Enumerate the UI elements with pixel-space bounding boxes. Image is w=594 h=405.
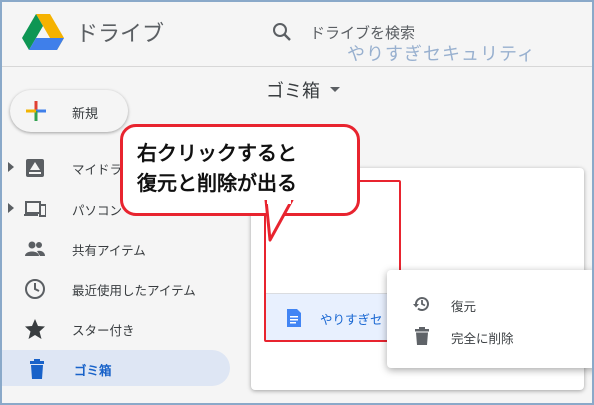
callout-text: 右クリックすると 復元と削除が出る [137, 138, 347, 198]
callout-line-2: 復元と削除が出る [137, 171, 297, 195]
callout-tail [264, 200, 294, 242]
trash-icon [415, 327, 429, 345]
menu-item-restore[interactable]: 復元 [387, 288, 594, 320]
menu-item-label: 復元 [451, 299, 477, 314]
restore-icon [413, 297, 429, 312]
callout-line-1: 右クリックすると [137, 141, 297, 165]
context-menu: 復元 完全に削除 [387, 270, 594, 368]
menu-item-delete-forever[interactable]: 完全に削除 [387, 320, 594, 352]
menu-item-label: 完全に削除 [451, 331, 514, 346]
